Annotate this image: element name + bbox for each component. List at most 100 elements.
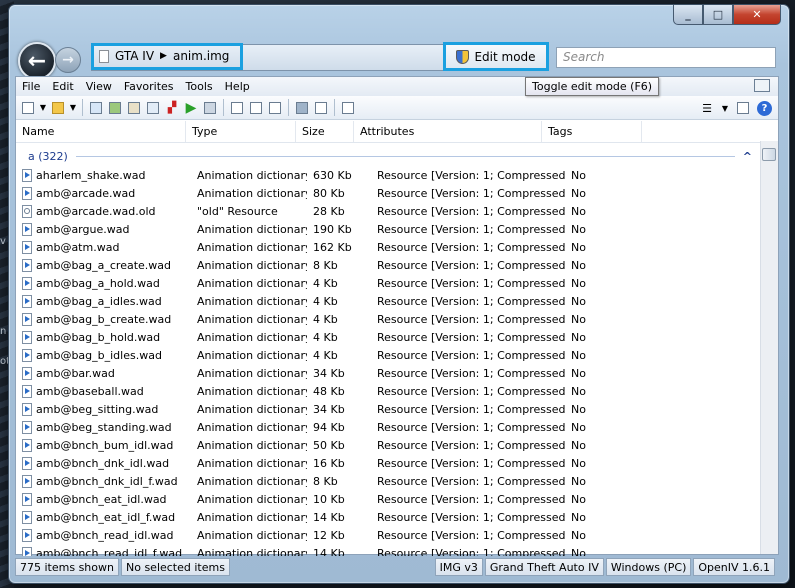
cell-attributes: Resource [Version: 1; Compressed]; <box>377 492 565 506</box>
search-input[interactable]: Search <box>556 47 776 68</box>
table-row[interactable]: amb@bag_b_idles.wad Animation dictionary 4… <box>16 346 760 364</box>
open-folder-icon[interactable] <box>50 100 66 116</box>
replace-icon[interactable] <box>340 100 356 116</box>
forward-button[interactable]: → <box>55 47 81 73</box>
breadcrumb-item[interactable]: anim.img <box>173 49 229 63</box>
table-row[interactable]: amb@bag_b_hold.wad Animation dictionary 4 … <box>16 328 760 346</box>
dropdown-icon[interactable]: ▼ <box>69 100 77 116</box>
table-row[interactable]: amb@atm.wad Animation dictionary 162 Kb Res… <box>16 238 760 256</box>
cell-attributes: Resource [Version: 1; Compressed]; <box>377 546 565 557</box>
breadcrumb-item[interactable]: GTA IV <box>115 49 154 63</box>
table-row[interactable]: amb@beg_sitting.wad Animation dictionary 3… <box>16 400 760 418</box>
export-icon[interactable] <box>202 100 218 116</box>
status-platform: Windows (PC) <box>605 558 692 576</box>
menu-tools[interactable]: Tools <box>180 80 219 93</box>
table-row[interactable]: amb@bag_a_hold.wad Animation dictionary 4 … <box>16 274 760 292</box>
cell-size: 94 Kb <box>313 420 345 434</box>
status-bar: 775 items shown No selected items IMG v3… <box>15 556 777 578</box>
file-name: amb@bag_b_hold.wad <box>36 330 161 344</box>
view-details-icon[interactable]: ☰ <box>699 100 715 116</box>
find-icon[interactable] <box>248 100 264 116</box>
table-row[interactable]: amb@bnch_dnk_idl_f.wad Animation dictiona… <box>16 472 760 490</box>
back-button[interactable]: ← <box>18 42 56 80</box>
cell-size: 28 Kb <box>313 204 345 218</box>
table-row[interactable]: amb@argue.wad Animation dictionary 190 Kb R… <box>16 220 760 238</box>
cell-name: amb@arcade.wad.old <box>16 204 192 218</box>
minimize-button[interactable]: _ <box>673 5 703 25</box>
vertical-scrollbar[interactable] <box>760 141 778 554</box>
properties-icon[interactable] <box>88 100 104 116</box>
model-icon[interactable]: ▞ <box>164 100 180 116</box>
cell-size: 630 Kb <box>313 168 352 182</box>
help-icon[interactable]: ? <box>757 100 772 116</box>
animation-file-icon <box>22 546 32 556</box>
menu-file[interactable]: File <box>16 80 46 93</box>
new-file-icon[interactable] <box>20 100 36 116</box>
table-row[interactable]: amb@bnch_read_idl.wad Animation dictionar… <box>16 526 760 544</box>
cell-type: Animation dictionary <box>197 438 307 452</box>
table-row[interactable]: amb@bnch_eat_idl.wad Animation dictionary… <box>16 490 760 508</box>
preview-pane-icon[interactable] <box>735 100 751 116</box>
cell-attributes: Resource [Version: 1; Compressed]; <box>377 312 565 326</box>
column-header-type[interactable]: Type <box>186 121 296 142</box>
table-row[interactable]: amb@beg_standing.wad Animation dictionary… <box>16 418 760 436</box>
menu-help[interactable]: Help <box>219 80 256 93</box>
save-as-icon[interactable] <box>313 100 329 116</box>
cell-type: "old" Resource <box>197 204 278 218</box>
group-header[interactable]: a (322) ^ <box>16 147 760 165</box>
menu-favorites[interactable]: Favorites <box>118 80 180 93</box>
table-row[interactable]: amb@bnch_dnk_idl.wad Animation dictionary… <box>16 454 760 472</box>
file-name: amb@bag_b_idles.wad <box>36 348 162 362</box>
table-row[interactable]: amb@baseball.wad Animation dictionary 48 K… <box>16 382 760 400</box>
cell-tags: No <box>571 420 586 434</box>
dropdown-icon[interactable]: ▼ <box>721 100 729 116</box>
table-row[interactable]: amb@bnch_bum_idl.wad Animation dictionary… <box>16 436 760 454</box>
dropdown-icon[interactable]: ▼ <box>39 100 47 116</box>
save-icon[interactable] <box>294 100 310 116</box>
table-row[interactable]: amb@arcade.wad.old "old" Resource 28 Kb Res… <box>16 202 760 220</box>
table-row[interactable]: amb@arcade.wad Animation dictionary 80 Kb R… <box>16 184 760 202</box>
cell-name: amb@bnch_read_idl.wad <box>16 528 192 542</box>
table-row[interactable]: amb@bnch_eat_idl_f.wad Animation dictiona… <box>16 508 760 526</box>
maximize-button[interactable]: □ <box>703 5 733 25</box>
chevron-up-icon[interactable]: ^ <box>743 150 760 163</box>
table-row[interactable]: amb@bag_a_create.wad Animation dictionary… <box>16 256 760 274</box>
menu-view[interactable]: View <box>80 80 118 93</box>
search-file-icon[interactable] <box>229 100 245 116</box>
status-selection: No selected items <box>120 558 230 576</box>
texture-icon[interactable] <box>126 100 142 116</box>
layout-toggle-button[interactable] <box>754 79 770 92</box>
table-row[interactable]: amb@bar.wad Animation dictionary 34 Kb Reso… <box>16 364 760 382</box>
cell-type: Animation dictionary <box>197 510 307 524</box>
cell-tags: No <box>571 294 586 308</box>
column-header-name[interactable]: Name <box>16 121 186 142</box>
column-header-attributes[interactable]: Attributes <box>354 121 542 142</box>
column-header-size[interactable]: Size <box>296 121 354 142</box>
text-icon[interactable] <box>267 100 283 116</box>
file-name: amb@bnch_dnk_idl_f.wad <box>36 474 178 488</box>
toolbar-right: ☰ ▼ ? <box>699 100 772 116</box>
cell-type: Animation dictionary <box>197 348 307 362</box>
table-row[interactable]: amb@bag_b_create.wad Animation dictionary… <box>16 310 760 328</box>
menu-edit[interactable]: Edit <box>46 80 79 93</box>
table-row[interactable]: amb@bnch_read_idl_f.wad Animation diction… <box>16 544 760 556</box>
toolbar-separator <box>223 99 224 116</box>
cell-name: amb@bnch_dnk_idl.wad <box>16 456 192 470</box>
table-row[interactable]: aharlem_shake.wad Animation dictionary 630… <box>16 166 760 184</box>
column-header-tags[interactable]: Tags <box>542 121 642 142</box>
toolbar: ▼ ▼ ▞ ▶ ☰ ▼ ? <box>16 96 778 120</box>
animation-file-icon <box>22 240 32 254</box>
cell-attributes: Resource [Version: 1; Compressed]; <box>377 348 565 362</box>
breadcrumb-separator-icon: ▶ <box>160 51 167 61</box>
close-button[interactable]: ✕ <box>733 5 781 25</box>
cell-size: 4 Kb <box>313 312 338 326</box>
breadcrumb: GTA IV ▶ anim.img <box>99 49 229 63</box>
play-icon[interactable] <box>145 100 161 116</box>
cell-type: Animation dictionary <box>197 474 307 488</box>
run-icon[interactable]: ▶ <box>183 100 199 116</box>
image-icon[interactable] <box>107 100 123 116</box>
animation-file-icon <box>22 366 32 380</box>
edit-mode-button[interactable]: Edit mode <box>443 42 549 71</box>
scrollbar-thumb[interactable] <box>762 148 776 161</box>
table-row[interactable]: amb@bag_a_idles.wad Animation dictionary 4… <box>16 292 760 310</box>
